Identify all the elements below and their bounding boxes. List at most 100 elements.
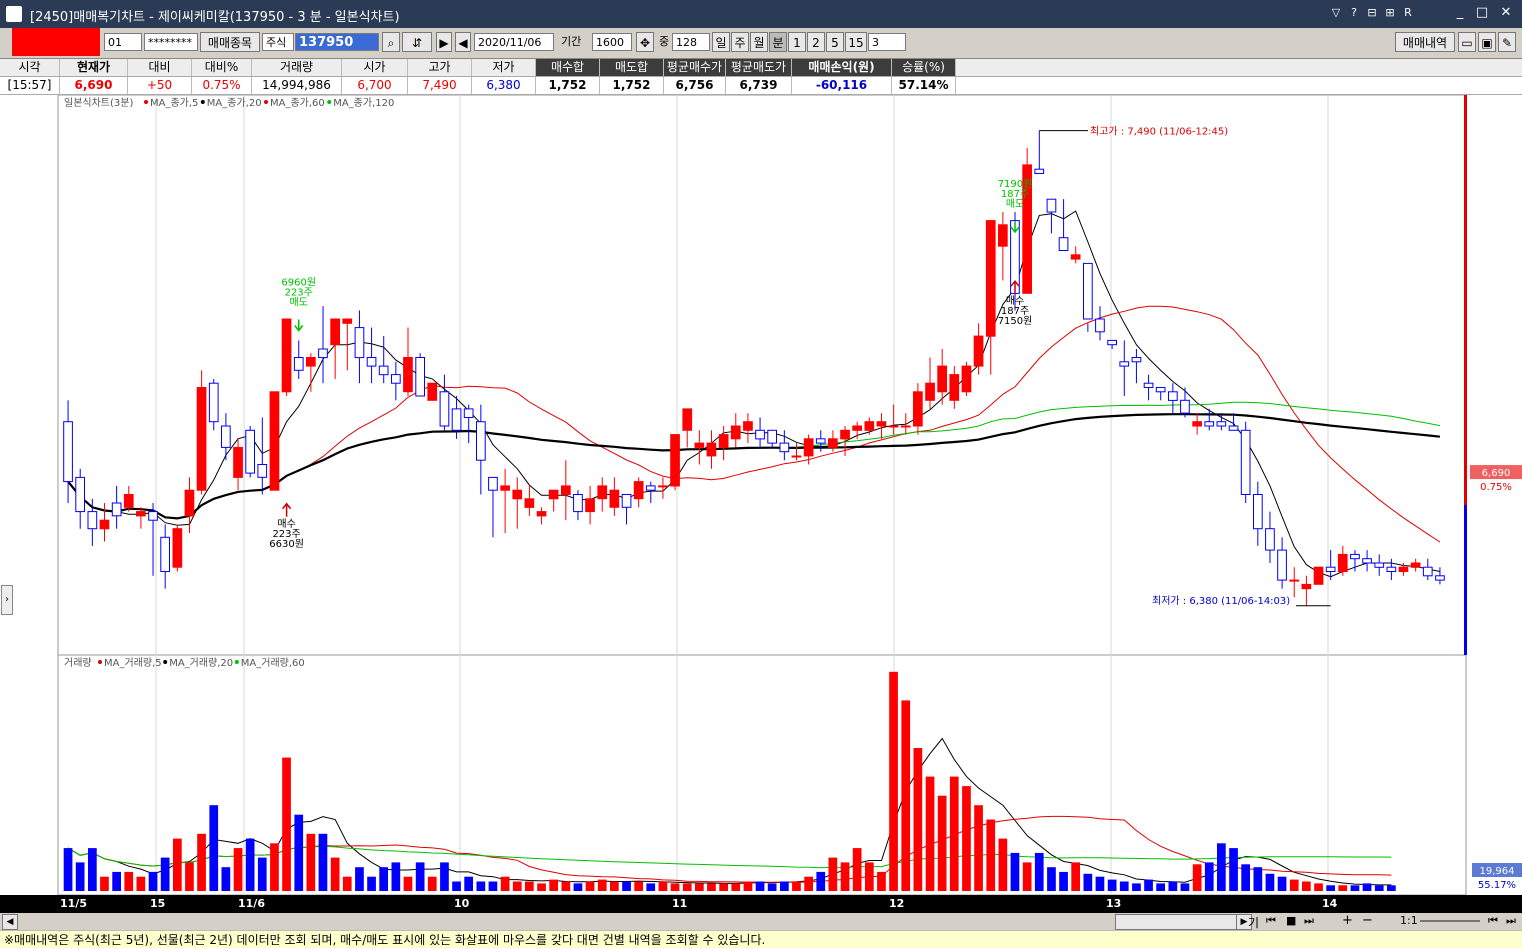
- candle-body: [75, 476, 86, 513]
- app-icon: [6, 6, 22, 22]
- play-icon[interactable]: ▶: [436, 32, 452, 52]
- period-input[interactable]: 1600: [592, 33, 632, 51]
- legend-dot: [327, 100, 332, 104]
- current-price-tag-text: 6,690: [1482, 468, 1511, 479]
- close-button[interactable]: ✕: [1498, 5, 1514, 21]
- header-change-pct: 대비%: [192, 59, 252, 76]
- tab-minute[interactable]: 분: [769, 32, 787, 52]
- candlestick-chart-svg[interactable]: 일본식차트(3분) MA_종가,5 MA_종가,20 MA_종가,60 MA_종가,12…: [0, 95, 1522, 895]
- candle-body: [1325, 566, 1336, 573]
- volume-bar: [1229, 848, 1238, 891]
- date-input[interactable]: 2020/11/06: [474, 33, 554, 51]
- low-annotation: 최저가 : 6,380 (11/06-14:03): [1152, 595, 1290, 607]
- stop-icon[interactable]: ■: [1286, 914, 1296, 927]
- maximize-button[interactable]: □: [1474, 5, 1490, 21]
- refresh-icon[interactable]: R: [1400, 5, 1416, 21]
- volume-bar: [197, 833, 206, 891]
- legend-dot: [234, 660, 239, 664]
- x-label: 11/6: [238, 897, 265, 910]
- candle-body: [1168, 391, 1178, 401]
- last-icon[interactable]: ⏭: [1506, 914, 1516, 928]
- candle-body: [1386, 566, 1397, 573]
- tab-15[interactable]: 15: [845, 32, 867, 52]
- volume-bar: [597, 879, 607, 891]
- volume-bar: [1362, 883, 1372, 891]
- rewind-icon[interactable]: ⏮: [1266, 914, 1276, 928]
- collapse-sidebar-tab[interactable]: ›: [1, 585, 13, 615]
- tab-month[interactable]: 월: [750, 32, 768, 52]
- sort-icon[interactable]: ⇵: [402, 32, 432, 52]
- volume-bar: [561, 881, 571, 891]
- password-field[interactable]: ********: [144, 33, 198, 51]
- trade-history-button[interactable]: 매매내역: [1395, 32, 1455, 52]
- header-buy-sum: 매수합: [536, 59, 600, 76]
- scroll-left-button[interactable]: ◀: [2, 914, 18, 930]
- candle-body: [585, 498, 595, 513]
- candle-body: [330, 318, 340, 346]
- zoom-in-icon[interactable]: +: [1342, 913, 1353, 928]
- volume-bar: [998, 838, 1008, 891]
- ratio-label[interactable]: 1:1: [1400, 914, 1418, 927]
- volume-bar: [755, 881, 765, 891]
- candle-body: [1095, 318, 1105, 333]
- tab-5[interactable]: 5: [826, 32, 844, 52]
- help-icon[interactable]: ?: [1346, 5, 1362, 21]
- code-input[interactable]: 137950: [295, 33, 379, 51]
- candle-body: [172, 528, 183, 568]
- search-icon[interactable]: ⌕: [382, 32, 400, 52]
- first-icon[interactable]: ⏮: [1488, 914, 1498, 928]
- candle-body: [1253, 494, 1263, 530]
- folder-icon[interactable]: ▭: [1458, 32, 1476, 52]
- fast-forward-icon[interactable]: ⏭: [1304, 914, 1314, 928]
- tab-week[interactable]: 주: [731, 32, 749, 52]
- volume-bar: [233, 848, 243, 891]
- candle-body: [378, 365, 389, 376]
- volume-bar: [136, 876, 146, 891]
- zoom-slider[interactable]: [1420, 920, 1480, 922]
- volume-bar: [925, 776, 935, 891]
- volume-bar: [1302, 881, 1311, 891]
- volume-bar: [731, 883, 741, 891]
- chart-area[interactable]: 일본식차트(3분) MA_종가,5 MA_종가,20 MA_종가,60 MA_종가,12…: [0, 95, 1522, 895]
- candle-body: [391, 374, 401, 384]
- volume-bar: [306, 833, 316, 891]
- interval-select[interactable]: 3: [868, 33, 906, 51]
- move-icon[interactable]: ✥: [636, 32, 654, 52]
- scroll-thumb[interactable]: [1115, 914, 1237, 930]
- header-avg-sell: 평균매도가: [726, 59, 792, 76]
- settings-icon[interactable]: ✎: [1498, 32, 1516, 52]
- x-label: 11: [672, 897, 688, 910]
- chart-scrollbar[interactable]: ◀ ▶ 기 ⏮ ■ ⏭ + − 1:1 ⏮ ⏭: [0, 913, 1522, 930]
- header-current: 현재가: [60, 59, 128, 76]
- volume-bar: [415, 862, 425, 891]
- expand-icon[interactable]: ⊞: [1382, 5, 1398, 21]
- zoom-out-icon[interactable]: −: [1362, 913, 1373, 928]
- volume-bar: [318, 833, 328, 891]
- account-select[interactable]: 01: [104, 33, 142, 51]
- dropdown-menu-icon[interactable]: ▽: [1328, 5, 1344, 21]
- overlap-input[interactable]: 128: [672, 33, 710, 51]
- tab-2[interactable]: 2: [807, 32, 825, 52]
- tab-day[interactable]: 일: [712, 32, 730, 52]
- candle-body: [864, 421, 875, 431]
- save-icon[interactable]: ▣: [1478, 32, 1496, 52]
- layout-icon[interactable]: ⊟: [1364, 5, 1380, 21]
- candle-body: [621, 494, 632, 508]
- candle-body: [876, 421, 887, 427]
- candle-body: [548, 489, 559, 500]
- volume-bar: [257, 857, 267, 891]
- value-low: 6,380: [472, 77, 536, 94]
- trade-item-button[interactable]: 매매종목: [200, 32, 260, 52]
- candle-body: [1337, 553, 1348, 572]
- market-select[interactable]: 주식: [262, 33, 294, 51]
- prev-icon[interactable]: ◀: [455, 32, 471, 52]
- redacted-account: [12, 28, 100, 56]
- candle-body: [1180, 399, 1190, 414]
- candle-body: [1083, 262, 1093, 320]
- candle-body: [1240, 429, 1251, 495]
- tab-1[interactable]: 1: [788, 32, 806, 52]
- minimize-button[interactable]: _: [1452, 5, 1468, 21]
- candle-body: [1350, 553, 1360, 560]
- candle-body: [233, 446, 243, 478]
- volume-bar: [525, 881, 534, 891]
